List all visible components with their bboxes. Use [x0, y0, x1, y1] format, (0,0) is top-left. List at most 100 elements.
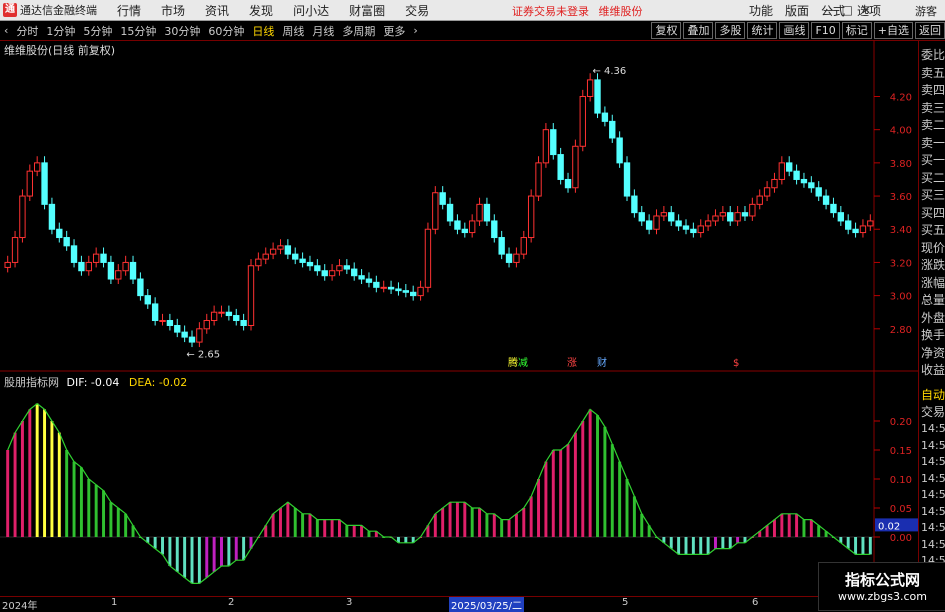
menu-layout[interactable]: 版面 [785, 2, 809, 19]
btn-f10[interactable]: F10 [811, 22, 840, 39]
macd-bar [271, 513, 275, 537]
watermark-title: 指标公式网 [844, 571, 920, 589]
price-tick-label: 3.40 [890, 225, 912, 236]
period-30min[interactable]: 30分钟 [164, 23, 200, 39]
candle-body [616, 137, 623, 164]
btn-mark[interactable]: 标记 [841, 22, 872, 39]
quote-field-label: 卖四 [921, 83, 945, 97]
candle-body [210, 311, 218, 322]
macd-bar [367, 531, 371, 537]
macd-bar [448, 502, 452, 537]
macd-bar [360, 525, 364, 537]
btn-stats[interactable]: 统计 [747, 22, 778, 39]
macd-bar [492, 513, 496, 537]
candle-body [181, 331, 188, 338]
guest-label[interactable]: 游客 [915, 3, 937, 19]
indicator-name[interactable]: 股朋指标网 [4, 376, 59, 389]
btn-adjust[interactable]: 复权 [651, 22, 682, 39]
candle-body [233, 315, 240, 322]
macd-bar [352, 525, 356, 537]
period-daily[interactable]: 日线 [252, 23, 274, 39]
macd-bar [736, 537, 740, 543]
candle-body [33, 162, 41, 172]
candle-body [218, 311, 225, 314]
candle-body [144, 295, 151, 305]
chevron-right-icon[interactable]: › [413, 24, 417, 37]
period-weekly[interactable]: 周线 [282, 23, 304, 39]
trade-time: 14:56 [921, 488, 945, 501]
event-marker: 腾 [508, 356, 518, 369]
candle-body [373, 281, 380, 288]
period-60min[interactable]: 60分钟 [208, 23, 244, 39]
candle-body [520, 237, 527, 255]
macd-bar [640, 513, 644, 537]
candle-body [601, 112, 609, 122]
period-5min[interactable]: 5分钟 [83, 23, 112, 39]
trade-panel-label[interactable]: 自动 [921, 386, 945, 403]
menu-ask[interactable]: 问小达 [293, 2, 329, 19]
macd-bar [603, 426, 607, 537]
candle-body [439, 192, 446, 205]
period-more[interactable]: 更多 [383, 23, 405, 39]
minimize-icon[interactable]: — [823, 3, 835, 17]
period-15min[interactable]: 15分钟 [120, 23, 156, 39]
btn-overlay[interactable]: 叠加 [683, 22, 714, 39]
date-cursor: 2025/03/25/二 [449, 597, 525, 612]
macd-bar [544, 461, 548, 537]
candle-body [410, 291, 417, 297]
macd-bar [345, 525, 349, 537]
candle-body [675, 220, 682, 227]
menu-news[interactable]: 资讯 [205, 2, 229, 19]
macd-bar [50, 421, 54, 537]
macd-bar [315, 519, 319, 537]
menu-market[interactable]: 市场 [161, 2, 185, 19]
candle-body [321, 270, 328, 277]
back-icon[interactable]: ‹ [4, 24, 8, 37]
period-1min[interactable]: 1分钟 [46, 23, 75, 39]
macd-bar [485, 513, 489, 537]
macd-bar [500, 519, 504, 537]
btn-back[interactable]: 返回 [915, 22, 945, 39]
period-monthly[interactable]: 月线 [312, 23, 334, 39]
close-icon[interactable]: ✕ [861, 3, 871, 17]
chart-canvas[interactable]: ← 4.36 ← 2.65 2.80 3.00 3.20 3.40 3.60 3.80 4.0… [0, 40, 918, 609]
macd-bar [212, 537, 216, 572]
trade-panel-label[interactable]: 交易 [921, 403, 945, 420]
maximize-icon[interactable]: □ [842, 3, 853, 17]
macd-current-value: 0.02 [878, 521, 900, 532]
period-tick[interactable]: 分时 [16, 23, 38, 39]
date-label: 3 [346, 597, 353, 608]
macd-bar [102, 490, 106, 537]
quote-field-label: 买五 [921, 223, 945, 237]
trade-time: 14:56 [921, 537, 945, 551]
btn-multistock[interactable]: 多股 [715, 22, 746, 39]
btn-add-watchlist[interactable]: +自选 [873, 22, 913, 39]
candle-body [756, 195, 763, 205]
macd-bar [573, 432, 577, 537]
candle-body [78, 261, 85, 272]
candle-body [417, 286, 424, 297]
candle-body [476, 203, 483, 222]
menu-discover[interactable]: 发现 [249, 2, 273, 19]
candle-body [63, 237, 70, 247]
menu-wealth[interactable]: 财富圈 [349, 2, 385, 19]
macd-bar [625, 479, 629, 537]
quote-field-label: 卖三 [921, 100, 945, 115]
macd-bar [242, 537, 246, 561]
trade-status[interactable]: 证券交易未登录 维维股份 [512, 3, 643, 19]
macd-bar [441, 508, 445, 537]
candle-body [763, 187, 771, 197]
period-multi[interactable]: 多周期 [342, 23, 375, 39]
btn-draw[interactable]: 画线 [779, 22, 810, 39]
macd-bar [787, 513, 791, 537]
dif-value: DIF: -0.04 [66, 376, 120, 389]
candle-body [446, 203, 454, 222]
macd-bar [596, 415, 599, 537]
macd-bar [559, 450, 563, 537]
macd-tick-label: 0.05 [890, 504, 912, 515]
menu-quotes[interactable]: 行情 [117, 2, 141, 19]
candle-body [579, 95, 586, 147]
menu-trade[interactable]: 交易 [405, 2, 429, 19]
menu-function[interactable]: 功能 [749, 2, 773, 19]
candle-body [424, 228, 432, 288]
